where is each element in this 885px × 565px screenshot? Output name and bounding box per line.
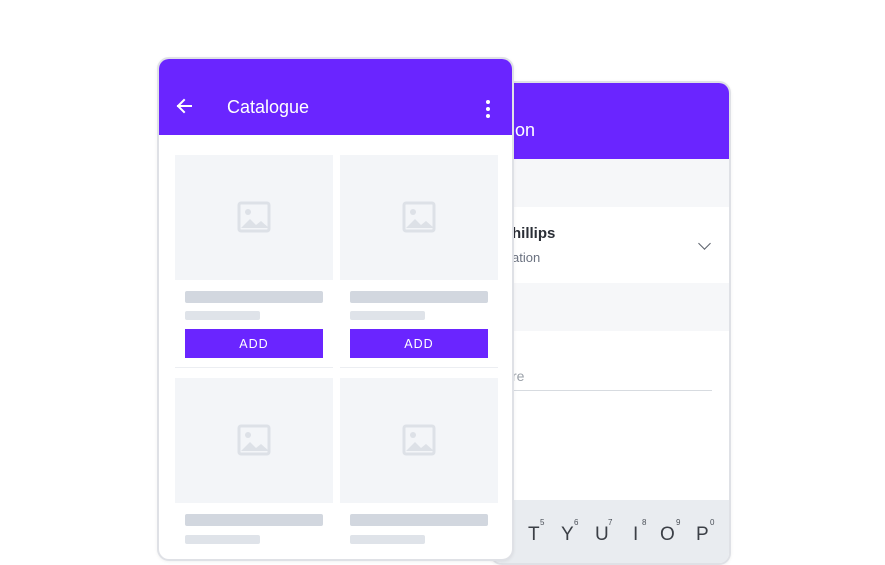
image-placeholder-icon xyxy=(237,201,271,233)
key-number: 8 xyxy=(642,518,647,527)
divider xyxy=(175,367,333,368)
add-button[interactable]: ADD xyxy=(185,329,323,358)
product-card[interactable]: ADD xyxy=(175,155,333,368)
key-number: 6 xyxy=(574,518,579,527)
add-button[interactable]: ADD xyxy=(350,329,488,358)
page-title: Catalogue xyxy=(227,97,310,117)
chevron-down-icon[interactable] xyxy=(698,237,711,250)
key-p[interactable]: P xyxy=(696,524,709,546)
key-o[interactable]: O xyxy=(660,524,675,546)
product-card[interactable] xyxy=(340,378,498,544)
product-name-skeleton xyxy=(350,514,488,526)
product-image xyxy=(340,155,498,280)
section-header-1 xyxy=(492,159,729,207)
product-image xyxy=(340,378,498,503)
divider xyxy=(340,367,498,368)
catalogue-app-bar: Catalogue xyxy=(159,59,512,135)
key-u[interactable]: U xyxy=(595,524,609,546)
contact-name: hillips xyxy=(512,225,556,242)
product-name-skeleton xyxy=(350,291,488,303)
key-number: 0 xyxy=(710,518,715,527)
front-phone-screen: Catalogue ADD ADD xyxy=(157,57,514,561)
onscreen-keyboard: 5 T 6 Y 7 U 8 I 9 O 0 P xyxy=(492,500,729,563)
image-placeholder-icon xyxy=(402,424,436,456)
contact-subtitle: ation xyxy=(512,250,541,265)
contact-row[interactable]: hillips ation xyxy=(492,207,729,283)
key-number: 9 xyxy=(676,518,681,527)
more-vert-icon[interactable] xyxy=(485,100,491,118)
product-image xyxy=(175,155,333,280)
back-app-bar: ation xyxy=(492,83,729,159)
product-card[interactable]: ADD xyxy=(340,155,498,368)
image-placeholder-icon xyxy=(237,424,271,456)
product-price-skeleton xyxy=(185,311,260,320)
product-card[interactable] xyxy=(175,378,333,544)
arrow-left-icon[interactable] xyxy=(175,97,193,115)
product-price-skeleton xyxy=(185,535,260,544)
input-underline xyxy=(504,390,712,391)
key-i[interactable]: I xyxy=(633,524,638,546)
product-image xyxy=(175,378,333,503)
key-number: 5 xyxy=(540,518,545,527)
key-y[interactable]: Y xyxy=(561,524,574,546)
image-placeholder-icon xyxy=(402,201,436,233)
section-header-2 xyxy=(492,283,729,331)
key-t[interactable]: T xyxy=(528,524,540,546)
product-price-skeleton xyxy=(350,535,425,544)
product-price-skeleton xyxy=(350,311,425,320)
back-phone-screen: ation hillips ation re 5 T 6 Y 7 U 8 I 9… xyxy=(490,81,731,565)
product-name-skeleton xyxy=(185,291,323,303)
product-name-skeleton xyxy=(185,514,323,526)
